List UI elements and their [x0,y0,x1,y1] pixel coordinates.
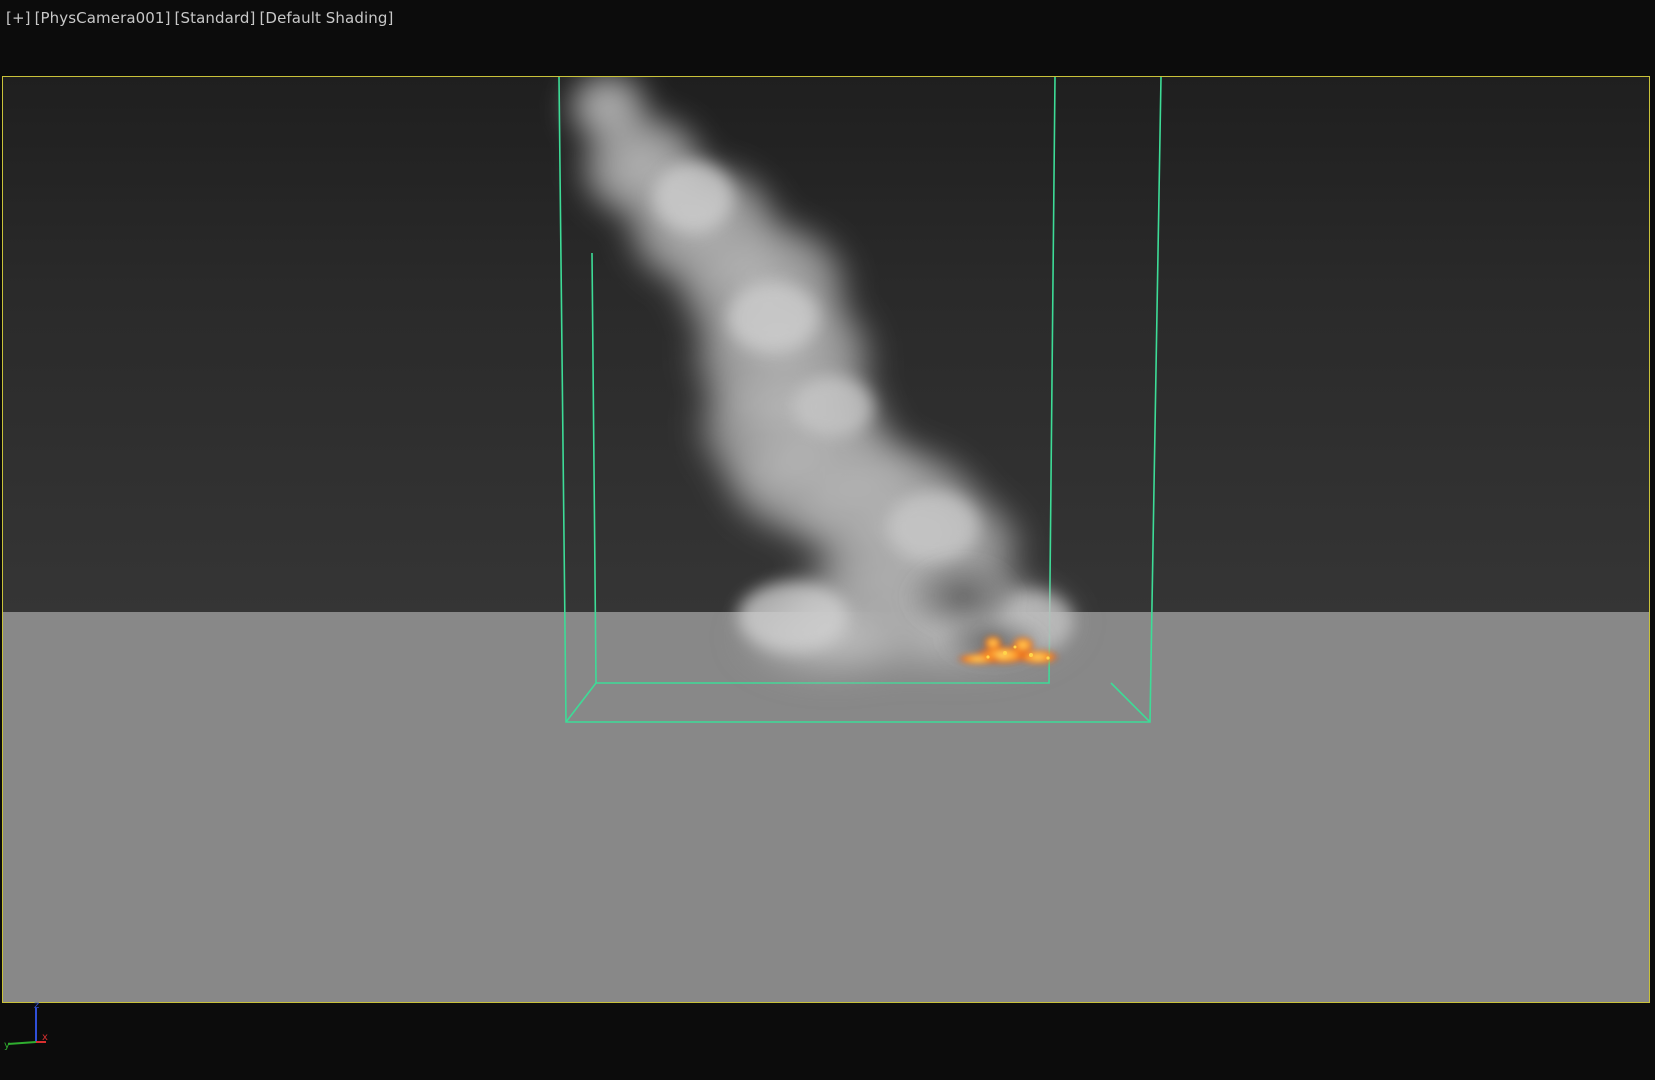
axis-x-label: x [42,1032,48,1043]
viewport[interactable]: [+] [PhysCamera001] [Standard] [Default Sha… [0,0,1655,1080]
viewport-menu-plus[interactable]: [+] [6,9,31,27]
viewport-standard-label[interactable]: [Standard] [175,9,256,27]
scene-render [558,77,1162,723]
viewport-camera-label[interactable]: [PhysCamera001] [35,9,171,27]
axis-y-label: y [4,1040,10,1050]
viewport-label[interactable]: [+] [PhysCamera001] [Standard] [Default Sha… [6,9,397,27]
viewport-shading-label[interactable]: [Default Shading] [259,9,393,27]
safe-frame[interactable] [2,76,1650,1003]
axis-z-label: z [34,1000,39,1011]
axis-gizmo-icon: z x y [4,1000,52,1051]
